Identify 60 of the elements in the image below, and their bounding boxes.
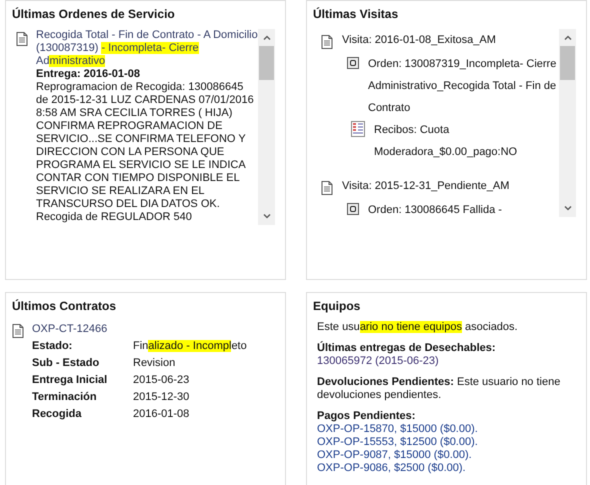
payment-link[interactable]: OXP-OP-15553, $12500 ($0.00). [317,436,586,449]
section-heading: Últimas entregas de Desechables: [317,342,497,355]
field-label: Terminación [32,390,98,405]
order-link[interactable]: Recogida Total - Fin de Contrato - A Domicilio (130087319) - Incompleta- Cierre Administrativo [36,29,258,68]
order-label[interactable]: Orden: 130087319_Incompleta- Cierre [368,53,556,75]
square-icon [347,203,359,215]
scrollbar[interactable] [258,29,275,225]
order-label[interactable]: Contrato [368,97,556,119]
no-equipment-message: Este usuario no tiene equipos asociados. [317,321,519,334]
panel-title: Últimos Contratos [12,299,118,313]
delivery-link[interactable]: 130065972 (2015-06-23) [317,355,586,368]
order-detail-line: CONFIRMA REPROGRAMACION DE [36,120,224,133]
document-icon [16,32,28,46]
scroll-down-icon[interactable] [262,214,270,219]
order-detail-line: CONTAR CON TIEMPO DISPONIBLE EL [36,172,241,185]
scroll-up-icon[interactable] [564,35,572,40]
panel-title: Últimas Ordenes de Servicio [12,7,176,21]
payment-link[interactable]: OXP-OP-15870, $15000 ($0.00). [317,423,586,436]
panel-title: Equipos [313,299,362,313]
scrollbar-thumb[interactable] [560,46,575,80]
payment-link[interactable]: OXP-OP-9087, $15000 ($0.00). [317,449,586,462]
order-detail-line: DIRECCION CON LA PERSONA QUE [36,146,226,159]
order-detail-line: SERVICIO...SE CONFIRMA TELEFONO Y [36,133,247,146]
document-icon [321,35,333,49]
field-value: 2015-12-30 [133,390,190,405]
field-label: Entrega Inicial [32,373,108,388]
order-label[interactable]: Orden: 130086645 Fallida - [368,199,502,217]
order-detail-line: PROGRAMA EL SERVICIO SE LE INDICA [36,159,247,172]
field-value: Finalizado - Incompleto [133,339,247,354]
receipt-label[interactable]: Moderadora_$0.00_pago:NO [374,141,518,163]
panel-title: Últimas Visitas [313,7,400,21]
scrollbar[interactable] [559,29,576,217]
receipt-label[interactable]: Recibos: Cuota [374,119,518,141]
order-detail-line: Recogida de REGULADOR 540 [36,211,193,224]
order-detail-line: SERVICIO SE REALIZARA EN EL [36,185,206,198]
order-label[interactable]: Administrativo_Recogida Total - Fin de [368,75,556,97]
field-value: Revision [133,356,176,371]
visit-label[interactable]: Visita: 2015-12-31_Pendiente_AM [342,175,510,197]
receipt-icon [351,121,365,137]
square-icon [347,57,359,69]
document-icon [12,324,24,338]
field-value: 2015-06-23 [133,373,190,388]
visit-label[interactable]: Visita: 2016-01-08_Exitosa_AM [342,29,496,51]
order-detail-line: de 2015-12-31 LUZ CARDENAS 07/01/2016 [36,94,255,107]
delivery-date: Entrega: 2016-01-08 [36,68,141,81]
returns-text: Devoluciones Pendientes: Este usuario no tiene devoluciones pendientes. [317,376,562,402]
scroll-down-icon[interactable] [564,206,572,211]
scrollbar-thumb[interactable] [259,46,274,80]
order-detail-line: TRANSCURSO DEL DIA DATOS OK. [36,198,221,211]
field-label: Estado: [32,339,74,354]
document-icon [321,181,333,195]
scroll-up-icon[interactable] [262,35,270,40]
field-label: Recogida [32,407,83,422]
field-value: 2016-01-08 [133,407,190,422]
order-detail-line: 8:58 AM SRA CECILIA TORRES ( HIJA) [36,107,234,120]
section-heading: Pagos Pendientes: [317,410,416,423]
payment-link[interactable]: OXP-OP-9086, $2500 ($0.00). [317,462,586,475]
order-detail-line: Reprogramacion de Recogida: 130086645 [36,81,244,94]
field-label: Sub - Estado [32,356,100,371]
contract-link[interactable]: OXP-CT-12466 [32,321,247,338]
